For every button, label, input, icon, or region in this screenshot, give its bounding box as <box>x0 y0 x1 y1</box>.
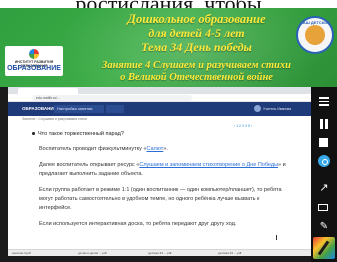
banner-course-title: Дошкольное образование <box>127 12 266 26</box>
kindergarten-logo: НАШ ДЕТСКИЙ САД <box>296 16 334 54</box>
paragraph-1-end: ». <box>163 146 168 152</box>
institute-logo-mark <box>29 49 39 59</box>
download-item[interactable]: детям и детям ... pdf <box>78 251 106 256</box>
download-item[interactable]: детская 34 ... pdf <box>148 251 171 256</box>
download-item[interactable]: детская 34 ... pdf <box>218 251 241 256</box>
paragraph-4: Если используется интерактивная доска, т… <box>39 221 237 227</box>
download-item[interactable]: занятие-4.pdf <box>12 251 31 256</box>
lesson-settings-field[interactable]: Настройка занятия <box>54 105 104 113</box>
browser-tab-bar <box>8 87 311 94</box>
camera-icon[interactable] <box>318 155 330 167</box>
salute-link[interactable]: Салют <box>146 146 163 152</box>
question-item: Что такое торжественный парад? <box>32 131 292 138</box>
lesson-content: Что такое торжественный парад? Воспитате… <box>32 131 292 236</box>
stop-icon[interactable] <box>318 137 330 149</box>
slide-pager[interactable]: ‹ 1 2 3 4 5 › <box>234 124 304 130</box>
title-banner: Дошкольное образование для детей 4-5 лет… <box>0 8 337 87</box>
app-header: ОБРАЗОВАНИЕ Настройка занятия Учитель Ив… <box>8 102 311 116</box>
screenshot-frame: ростислания, чтобы Дошкольное образовани… <box>0 0 337 262</box>
kindergarten-logo-emblem <box>305 25 325 45</box>
paragraph-3: Если группа работает в режиме 1:1 (один … <box>39 187 282 211</box>
header-dropdown[interactable] <box>106 105 124 113</box>
url-field[interactable]: edu.rustlib.ru/... <box>32 95 192 101</box>
pause-icon[interactable] <box>318 116 330 129</box>
banner-lesson-subtitle: о Великой Отечественной войне <box>120 72 273 83</box>
cut-off-caption: ростислания, чтобы <box>0 0 337 8</box>
user-name[interactable]: Учитель Иванова <box>263 105 303 113</box>
app-brand[interactable]: ОБРАЗОВАНИЕ <box>22 106 57 111</box>
menu-icon[interactable] <box>318 95 330 107</box>
downloads-bar: занятие-4.pdf детям и детям ... pdf детс… <box>8 249 311 256</box>
institute-logo: ИНСТИТУТ РАЗВИТИЯ ОБРАЗОВАНИЯ ОБРАЗОВАНИ… <box>5 46 63 76</box>
paragraph-2: Далее воспитатель открывает ресурс «Слуш… <box>32 161 292 179</box>
pen-icon[interactable]: ✎ <box>318 221 330 233</box>
mouse-cursor <box>276 235 279 240</box>
browser-window: edu.rustlib.ru/... ОБРАЗОВАНИЕ Настройка… <box>8 87 311 256</box>
paragraph-1: Воспитатель проводит физкультминутку «Са… <box>32 145 292 154</box>
banner-topic: Тема 34 День победы <box>141 40 252 54</box>
institute-logo-big-text: ОБРАЗОВАНИЕ <box>7 65 61 72</box>
paragraph-2-text: Далее воспитатель открывает ресурс « <box>39 162 140 168</box>
paragraph-1-text: Воспитатель проводит физкультминутку « <box>39 146 147 152</box>
screen-recording-area: edu.rustlib.ru/... ОБРАЗОВАНИЕ Настройка… <box>0 87 337 262</box>
banner-lesson-title: Занятие 4 Слушаем и разучиваем стихи <box>102 60 291 71</box>
address-bar: edu.rustlib.ru/... <box>8 94 311 109</box>
banner-age-group: для детей 4-5 лет <box>148 26 245 40</box>
nav-buttons[interactable] <box>12 96 26 109</box>
recording-toolbar: ↗ ✎ <box>311 87 337 262</box>
question-text: Что такое торжественный парад? <box>38 131 124 137</box>
breadcrumb[interactable]: Занятие › Слушаем и разучиваем стихи <box>8 116 311 123</box>
avatar[interactable] <box>254 105 261 112</box>
bullet-icon <box>32 132 35 136</box>
rectangle-icon[interactable] <box>318 202 330 214</box>
resource-link[interactable]: Слушаем и запоминаем стихотворение о Дне… <box>139 162 278 168</box>
arrow-icon[interactable]: ↗ <box>318 182 330 194</box>
color-palette-icon[interactable] <box>313 237 335 259</box>
